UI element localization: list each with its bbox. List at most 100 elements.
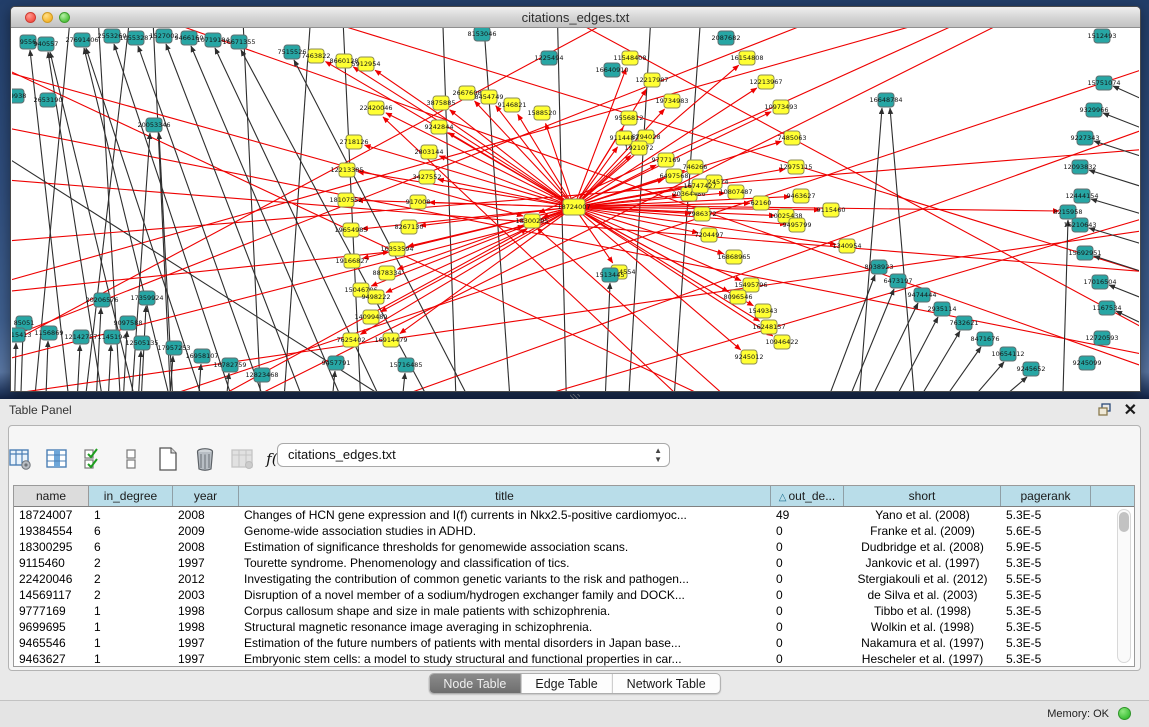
tab-edge-table[interactable]: Edge Table [521,674,612,693]
graph-node[interactable]: 9457791 [322,356,351,370]
graph-node[interactable]: 16914479 [374,333,407,347]
citation-edge-black[interactable] [442,28,457,391]
float-panel-icon[interactable] [1097,403,1113,417]
graph-node[interactable]: 17359924 [130,291,163,305]
graph-node[interactable]: 7625402 [337,333,366,347]
graph-node[interactable]: 7485063 [778,131,807,145]
graph-node[interactable]: 16671355 [222,35,255,49]
cell-pagerank[interactable]: 5.3E-5 [1001,507,1091,523]
graph-node[interactable]: 12213967 [749,75,782,89]
table-row[interactable]: 946362711997Embryonic stem cells: a mode… [14,651,1134,666]
cell-name[interactable]: 9463627 [14,651,89,666]
graph-node[interactable]: 12093832 [1063,160,1096,174]
select-all-columns-icon[interactable] [82,447,106,471]
graph-node[interactable]: 10654112 [991,347,1024,361]
graph-node[interactable]: 16782759 [213,358,246,372]
citation-edge-black[interactable] [604,283,610,391]
graph-node[interactable]: 9474444 [908,288,937,302]
cell-year[interactable]: 1998 [173,619,239,635]
cell-pagerank[interactable]: 5.3E-5 [1001,619,1091,635]
cell-title[interactable]: Estimation of significance thresholds fo… [239,539,771,555]
table-row[interactable]: 969969511998Structural magnetic resonanc… [14,619,1134,635]
cell-pagerank[interactable]: 5.5E-5 [1001,571,1091,587]
graph-node[interactable]: 9227343 [1071,131,1100,145]
graph-node[interactable]: 12217987 [635,73,668,87]
graph-node[interactable]: 10553287 [119,31,152,45]
graph-node[interactable]: 9329966 [1080,103,1109,117]
table-scrollbar[interactable] [1117,509,1131,663]
cell-short[interactable]: Tibbo et al. (1998) [844,603,1001,619]
graph-node[interactable]: 16353594 [380,242,413,256]
graph-node[interactable]: 14099489 [354,310,387,324]
graph-node[interactable]: 1549343 [749,304,778,318]
graph-node[interactable]: 8267130 [395,220,424,234]
graph-node[interactable]: 9242844 [425,120,454,134]
cell-title[interactable]: Genome-wide association studies in ADHD. [239,523,771,539]
graph-node[interactable]: 2087682 [712,31,741,45]
cell-short[interactable]: Yano et al. (2008) [844,507,1001,523]
graph-node[interactable]: 19654985 [334,223,367,237]
tab-node-table[interactable]: Node Table [429,674,521,693]
cell-name[interactable]: 9777169 [14,603,89,619]
delete-table-icon[interactable] [193,447,217,471]
cell-in_degree[interactable]: 2 [89,587,173,603]
graph-node[interactable]: 7986372 [688,207,717,221]
cell-year[interactable]: 2008 [173,507,239,523]
cell-year[interactable]: 1997 [173,651,239,666]
citation-edge-red[interactable] [475,101,574,207]
citation-edge-black[interactable] [137,351,141,391]
column-header-in-degree[interactable]: in_degree [89,486,173,506]
cell-short[interactable]: Hescheler et al. (1997) [844,651,1001,666]
cell-name[interactable]: 9699695 [14,619,89,635]
graph-node[interactable]: 8878334 [373,266,402,280]
citation-edge-black[interactable] [1089,228,1139,250]
graph-node[interactable]: 2803144 [415,145,444,159]
citation-edge-black[interactable] [482,28,512,391]
graph-node[interactable]: 15751074 [1087,76,1120,90]
cell-in_degree[interactable]: 2 [89,555,173,571]
graph-node[interactable]: 1588520 [528,106,557,120]
cell-name[interactable]: 9115460 [14,555,89,571]
cell-short[interactable]: Stergiakouli et al. (2012) [844,571,1001,587]
graph-node[interactable]: 12142757 [64,330,97,344]
citation-edge-black[interactable] [1089,170,1139,193]
graph-node[interactable]: 17016504 [1083,275,1116,289]
graph-node[interactable]: 10807487 [719,185,752,199]
graph-node[interactable]: 19938 [12,89,26,103]
citation-edge-black[interactable] [197,364,201,391]
citation-edge-black[interactable] [967,377,1027,391]
new-table-icon[interactable] [156,447,180,471]
table-row[interactable]: 1872400712008Changes of HCN gene express… [14,507,1134,523]
cell-in_degree[interactable]: 1 [89,619,173,635]
cell-out_degree[interactable]: 0 [771,603,844,619]
cell-out_degree[interactable]: 0 [771,635,844,651]
cell-short[interactable]: de Silva et al. (2003) [844,587,1001,603]
graph-node[interactable]: 16868965 [717,250,750,264]
citation-edge-red[interactable] [325,62,574,207]
graph-node[interactable]: 12213385 [330,163,363,177]
cell-short[interactable]: Nakamura et al. (1997) [844,635,1001,651]
citation-edge-black[interactable] [191,46,354,391]
table-row[interactable]: 946554611997Estimation of the future num… [14,635,1134,651]
graph-node[interactable]: 7632621 [950,316,979,330]
cell-year[interactable]: 2008 [173,539,239,555]
close-panel-icon[interactable]: ✕ [1124,400,1137,420]
cell-in_degree[interactable]: 6 [89,539,173,555]
cell-title[interactable]: Embryonic stem cells: a model to study s… [239,651,771,666]
cell-name[interactable]: 18724007 [14,507,89,523]
citation-edge-black[interactable] [1113,86,1139,108]
show-columns-icon[interactable] [45,447,69,471]
graph-node[interactable]: 12720593 [1085,331,1118,345]
cell-out_degree[interactable]: 0 [771,651,844,666]
citation-edge-black[interactable] [947,362,1004,391]
citation-edge-black[interactable] [282,28,312,391]
graph-node[interactable]: 1340954 [833,239,862,253]
graph-node[interactable]: 9245652 [1017,362,1046,376]
citation-edge-black[interactable] [400,373,405,391]
cell-title[interactable]: Investigating the contribution of common… [239,571,771,587]
tab-network-table[interactable]: Network Table [613,674,720,693]
graph-node[interactable]: 9245099 [1073,356,1102,370]
citation-edge-red[interactable] [12,228,1139,391]
column-header-out-degree[interactable]: △out_de... [771,486,844,506]
network-window-titlebar[interactable]: citations_edges.txt [11,7,1140,28]
